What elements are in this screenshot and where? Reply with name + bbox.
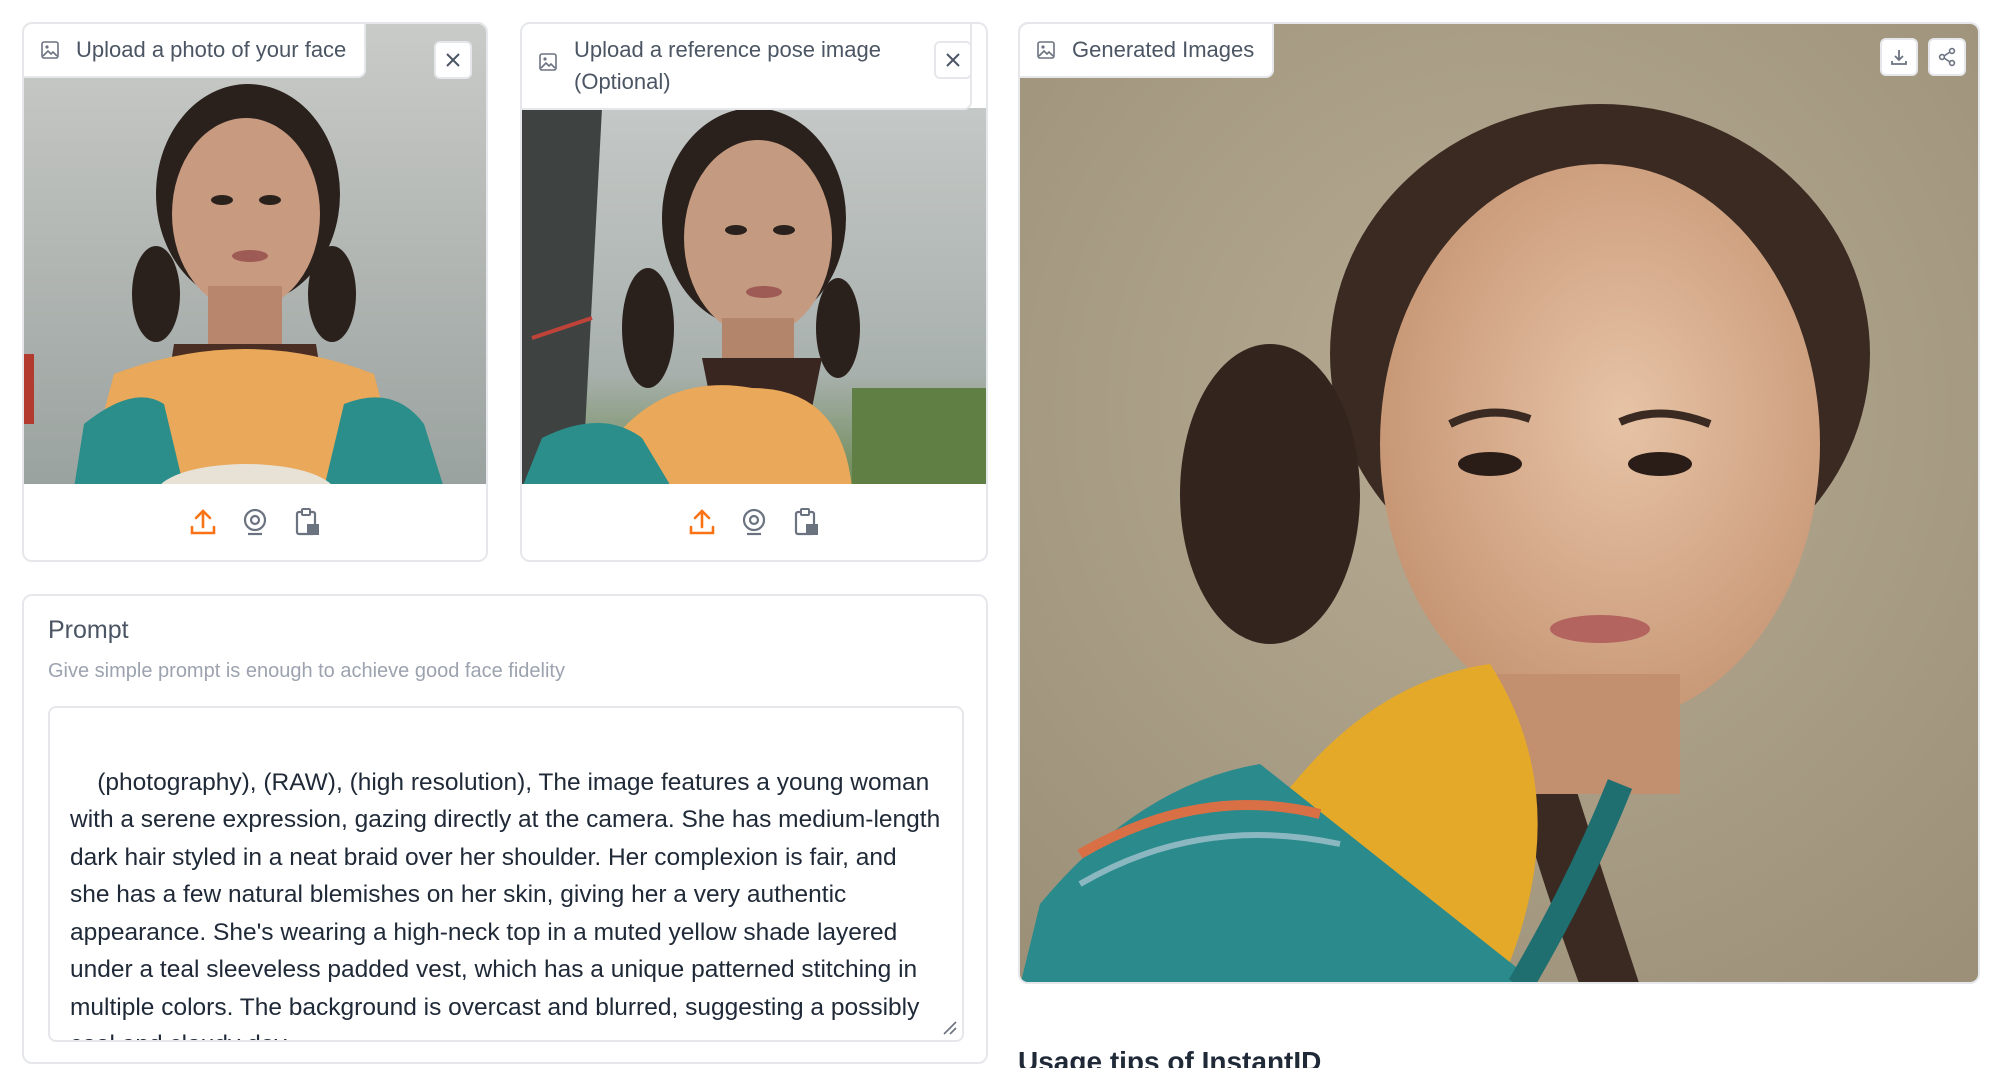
face-upload-label-chip: Upload a photo of your face [24, 24, 367, 78]
image-icon [1037, 41, 1055, 59]
pose-clear-button[interactable] [934, 41, 972, 79]
usage-tips-heading: Usage tips of InstantID [1018, 1046, 1322, 1068]
face-upload-toolbar [24, 484, 486, 560]
pose-upload-toolbar [522, 484, 986, 560]
prompt-text: (photography), (RAW), (high resolution),… [70, 768, 941, 1041]
pose-webcam-button[interactable] [738, 506, 770, 538]
face-upload-label: Upload a photo of your face [76, 37, 347, 62]
generated-label: Generated Images [1072, 37, 1255, 62]
face-upload-button[interactable] [187, 506, 219, 538]
prompt-block: Prompt Give simple prompt is enough to a… [22, 594, 988, 1064]
download-icon [1891, 50, 1907, 65]
pose-upload-panel[interactable]: Upload a reference pose image (Optional) [520, 22, 988, 562]
pose-photo [522, 108, 986, 488]
image-icon [41, 41, 59, 59]
share-button[interactable] [1928, 38, 1966, 76]
resize-grip-icon[interactable] [940, 1018, 958, 1036]
share-icon [1938, 47, 1956, 67]
clipboard-icon [295, 508, 319, 536]
upload-icon [190, 509, 216, 535]
generated-label-chip: Generated Images [1020, 24, 1275, 78]
face-clear-button[interactable] [434, 41, 472, 79]
image-icon [539, 53, 557, 71]
face-clipboard-button[interactable] [291, 506, 323, 538]
prompt-info: Give simple prompt is enough to achieve … [48, 660, 565, 682]
face-photo [24, 24, 486, 488]
upload-icon [689, 509, 715, 535]
prompt-textarea[interactable]: (photography), (RAW), (high resolution),… [48, 706, 964, 1042]
pose-upload-label-chip: Upload a reference pose image (Optional) [522, 24, 972, 110]
clipboard-icon [794, 508, 818, 536]
face-webcam-button[interactable] [239, 506, 271, 538]
webcam-icon [742, 508, 766, 536]
download-button[interactable] [1880, 38, 1918, 76]
generated-image [1020, 24, 1978, 982]
generated-images-panel: Generated Images [1018, 22, 1980, 984]
pose-clipboard-button[interactable] [790, 506, 822, 538]
face-upload-panel[interactable]: Upload a photo of your face [22, 22, 488, 562]
webcam-icon [243, 508, 267, 536]
close-icon [946, 53, 960, 67]
prompt-label: Prompt [48, 616, 129, 644]
pose-upload-label: Upload a reference pose image (Optional) [574, 37, 881, 94]
close-icon [446, 53, 460, 67]
pose-upload-button[interactable] [686, 506, 718, 538]
